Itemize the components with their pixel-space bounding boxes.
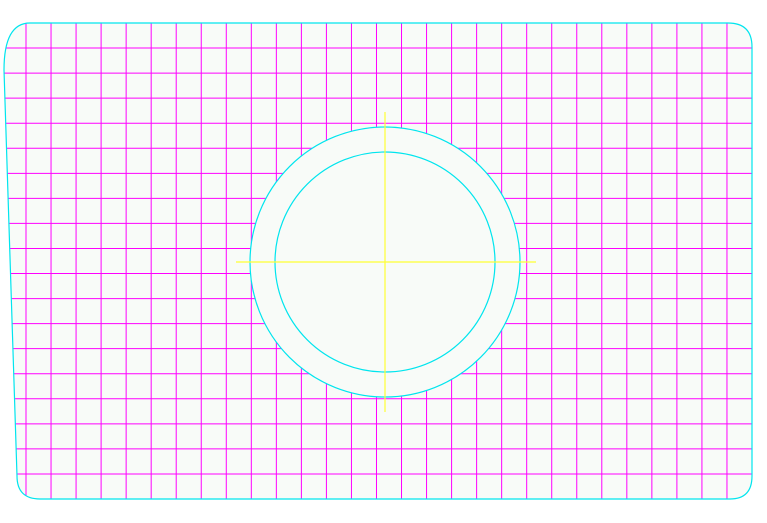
cad-viewport[interactable] <box>0 0 767 523</box>
drawing-canvas[interactable] <box>0 0 767 523</box>
